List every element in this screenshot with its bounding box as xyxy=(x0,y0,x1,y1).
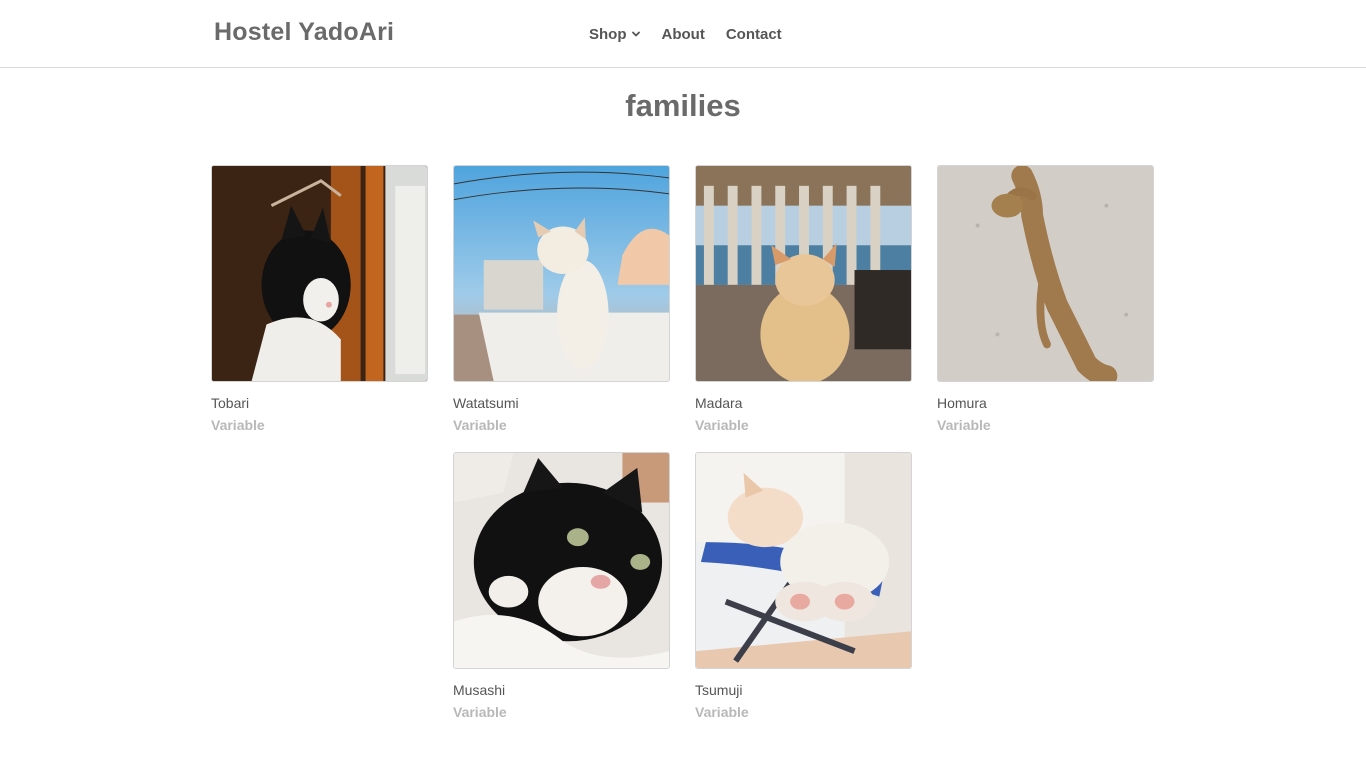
product-image-link[interactable] xyxy=(211,165,428,382)
product-price: Variable xyxy=(695,704,749,720)
product-price: Variable xyxy=(453,704,507,720)
product-card: Madara Variable xyxy=(695,165,912,433)
product-name[interactable]: Madara xyxy=(695,395,912,411)
product-image-link[interactable] xyxy=(937,165,1154,382)
product-price: Variable xyxy=(211,417,265,433)
cat-photo-cream-balcony xyxy=(696,166,911,381)
product-name[interactable]: Watatsumi xyxy=(453,395,670,411)
product-name[interactable]: Tobari xyxy=(211,395,428,411)
product-grid: Tobari Variable Watatsumi Variable Madar… xyxy=(0,0,1366,768)
product-image-link[interactable] xyxy=(453,165,670,382)
product-card: Tobari Variable xyxy=(211,165,428,433)
product-name[interactable]: Musashi xyxy=(453,682,670,698)
product-price: Variable xyxy=(937,417,991,433)
cat-photo-tabby-lying xyxy=(938,166,1153,381)
cat-photo-black-white-window xyxy=(212,166,427,381)
product-card: Tsumuji Variable xyxy=(695,452,912,720)
product-name[interactable]: Homura xyxy=(937,395,1154,411)
product-price: Variable xyxy=(695,417,749,433)
product-card: Homura Variable xyxy=(937,165,1154,433)
cat-photo-white-on-wall xyxy=(454,166,669,381)
product-image-link[interactable] xyxy=(453,452,670,669)
product-card: Musashi Variable xyxy=(453,452,670,720)
product-image-link[interactable] xyxy=(695,165,912,382)
product-image-link[interactable] xyxy=(695,452,912,669)
product-name[interactable]: Tsumuji xyxy=(695,682,912,698)
product-price: Variable xyxy=(453,417,507,433)
product-card: Watatsumi Variable xyxy=(453,165,670,433)
cat-photo-sleeping-kitten xyxy=(696,453,911,668)
cat-photo-black-white-closeup xyxy=(454,453,669,668)
